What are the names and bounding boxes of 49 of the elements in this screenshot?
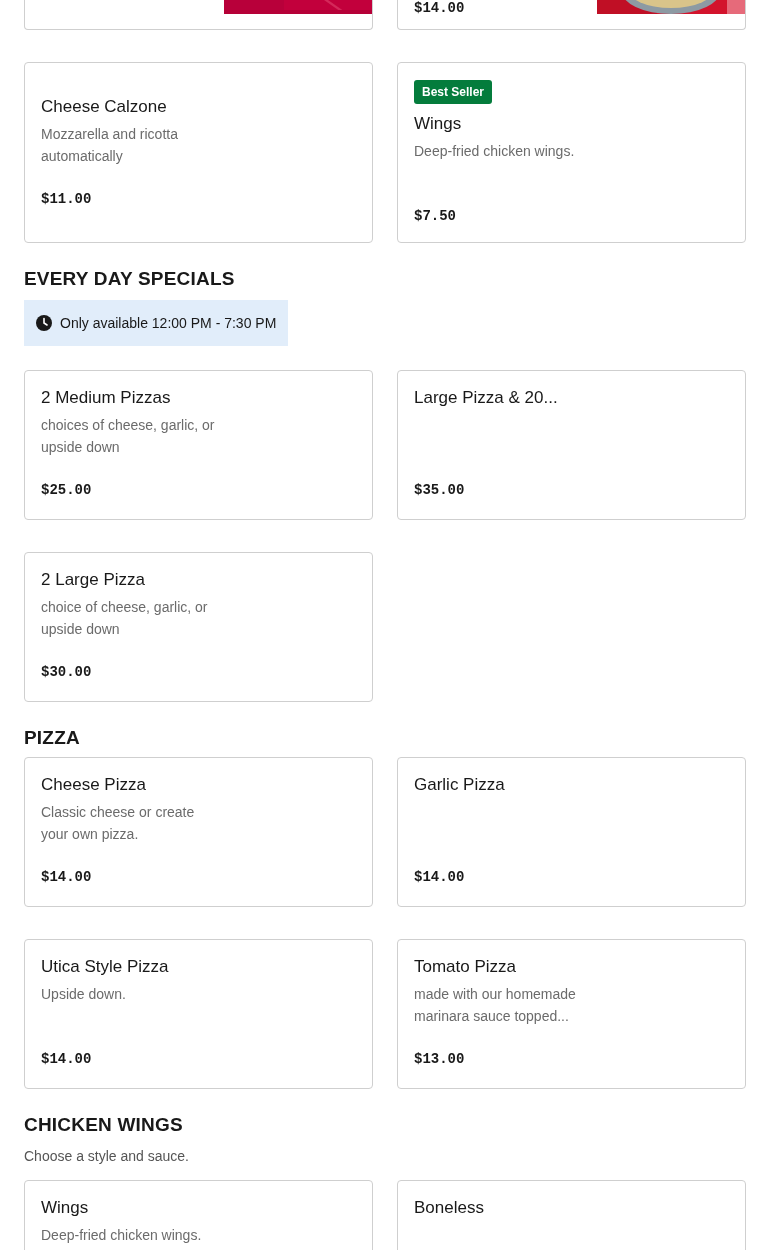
menu-item-card[interactable]: Garlic Pizza $14.00 — [397, 757, 746, 907]
item-name: Garlic Pizza — [414, 775, 505, 795]
item-name: Cheese Calzone — [41, 97, 167, 117]
item-price: $14.00 — [41, 1051, 92, 1067]
menu-item-card[interactable]: Utica Style Pizza Upside down. $14.00 — [24, 939, 373, 1089]
section-heading: CHICKEN WINGS — [24, 1113, 183, 1137]
item-description: choice of cheese, garlic, or upside down — [41, 598, 209, 639]
item-price: $7.50 — [414, 208, 456, 224]
menu-item-card[interactable] — [24, 0, 373, 30]
section-heading: PIZZA — [24, 726, 80, 750]
item-price: $11.00 — [41, 191, 92, 207]
item-price: $35.00 — [414, 482, 465, 498]
item-name: Wings — [41, 1198, 89, 1218]
item-description: Mozzarella and ricotta automatically — [41, 125, 179, 166]
item-name: Wings — [414, 114, 462, 134]
item-price: $14.00 — [41, 869, 92, 885]
availability-text: Only available 12:00 PM - 7:30 PM — [60, 315, 277, 331]
menu-item-card[interactable]: Wings Deep-fried chicken wings. — [24, 1180, 373, 1250]
item-description: Deep-fried chicken wings. — [41, 1226, 203, 1245]
menu-item-card[interactable]: Cheese Calzone Mozzarella and ricotta automatically $11.00 — [24, 62, 373, 243]
item-name: 2 Medium Pizzas — [41, 388, 171, 408]
item-price: $14.00 — [414, 0, 465, 16]
item-name: Large Pizza & 20... — [414, 388, 558, 408]
item-description: choices of cheese, garlic, or upside down — [41, 416, 216, 457]
item-name: Tomato Pizza — [414, 957, 517, 977]
section-subtitle: Choose a style and sauce. — [24, 1148, 189, 1164]
item-price: $25.00 — [41, 482, 92, 498]
best-seller-badge: Best Seller — [414, 80, 493, 104]
item-description: Classic cheese or create your own pizza. — [41, 803, 196, 844]
menu-item-card[interactable]: Best Seller Wings Deep-fried chicken wings. $7.50 — [397, 62, 746, 243]
item-name: Utica Style Pizza — [41, 957, 169, 977]
menu-item-card[interactable]: $14.00 — [397, 0, 746, 30]
menu-item-card[interactable]: 2 Medium Pizzas choices of cheese, garlic, or upside down $25.00 — [24, 370, 373, 520]
section-heading: EVERY DAY SPECIALS — [24, 267, 235, 291]
item-name: 2 Large Pizza — [41, 570, 145, 590]
menu-item-card[interactable]: Large Pizza & 20... $35.00 — [397, 370, 746, 520]
item-price: $14.00 — [414, 869, 465, 885]
item-description: Upside down. — [41, 985, 127, 1004]
clock-icon — [36, 315, 52, 331]
item-description: made with our homemade marinara sauce topped... — [414, 985, 577, 1026]
menu-item-card[interactable]: Boneless — [397, 1180, 746, 1250]
menu-item-card[interactable]: Cheese Pizza Classic cheese or create your own pizza. $14.00 — [24, 757, 373, 907]
menu-item-card[interactable]: Tomato Pizza made with our homemade marinara sauce topped... $13.00 — [397, 939, 746, 1089]
item-description: Deep-fried chicken wings. — [414, 142, 576, 161]
item-name: Boneless — [414, 1198, 484, 1218]
item-price: $13.00 — [414, 1051, 465, 1067]
item-name: Cheese Pizza — [41, 775, 146, 795]
menu-item-card[interactable]: 2 Large Pizza choice of cheese, garlic, or upside down $30.00 — [24, 552, 373, 702]
item-price: $30.00 — [41, 664, 92, 680]
